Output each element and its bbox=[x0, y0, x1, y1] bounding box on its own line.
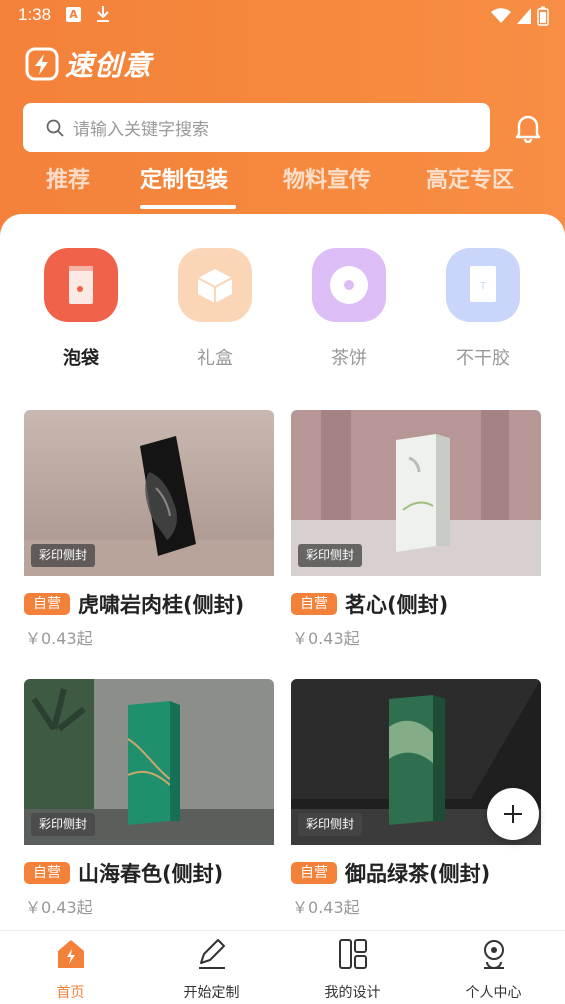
product-price: ￥0.43起 bbox=[25, 629, 93, 648]
product-badge: 彩印侧封 bbox=[298, 544, 363, 567]
app-logo: 速创意 bbox=[25, 44, 152, 84]
nav-home[interactable]: 首页 bbox=[0, 931, 141, 1004]
self-operated-tag: 自营 bbox=[291, 862, 337, 884]
notification-a-icon: A bbox=[66, 7, 81, 22]
nav-label: 个人中心 bbox=[465, 985, 522, 1001]
logo-text: 速创意 bbox=[65, 49, 153, 82]
category-sticker[interactable]: T 不干胶 bbox=[428, 248, 538, 370]
status-bar: 1:38 A bbox=[0, 0, 565, 32]
product-card[interactable]: 彩印侧封 自营 茗心(侧封) ￥0.43起 bbox=[291, 410, 541, 650]
self-operated-tag: 自营 bbox=[24, 593, 70, 615]
category-label: 泡袋 bbox=[63, 348, 99, 369]
status-time: 1:38 bbox=[18, 5, 52, 24]
nav-my-designs[interactable]: 我的设计 bbox=[282, 931, 423, 1004]
nav-start-custom[interactable]: 开始定制 bbox=[141, 931, 282, 1004]
search-icon bbox=[46, 119, 64, 137]
category-bag[interactable]: 泡袋 bbox=[26, 248, 136, 370]
sticker-icon: T bbox=[446, 248, 520, 322]
category-tabs: 推荐 定制包装 物料宣传 高定专区 bbox=[0, 162, 565, 212]
product-card[interactable]: 彩印侧封 自营 虎啸岩肉桂(侧封) ￥0.43起 bbox=[24, 410, 274, 650]
nav-label: 我的设计 bbox=[324, 985, 381, 1001]
category-giftbox[interactable]: 礼盒 bbox=[160, 248, 270, 370]
tab-custom-packaging[interactable]: 定制包装 bbox=[140, 162, 228, 194]
product-title: 茗心(侧封) bbox=[345, 593, 449, 617]
search-input[interactable]: 请输入关键字搜索 bbox=[23, 103, 490, 152]
category-label: 不干胶 bbox=[456, 348, 510, 369]
category-label: 茶饼 bbox=[331, 348, 367, 369]
bell-icon[interactable] bbox=[514, 113, 542, 143]
product-title: 山海春色(侧封) bbox=[78, 862, 224, 886]
active-tab-indicator bbox=[140, 205, 236, 209]
nav-label: 首页 bbox=[56, 985, 85, 1001]
nav-label: 开始定制 bbox=[183, 985, 240, 1001]
battery-icon bbox=[537, 6, 549, 26]
signal-icon bbox=[517, 8, 531, 24]
product-badge: 彩印侧封 bbox=[298, 813, 363, 836]
layout-icon bbox=[339, 939, 367, 969]
product-price: ￥0.43起 bbox=[25, 898, 93, 917]
bag-icon bbox=[44, 248, 118, 322]
pencil-icon bbox=[199, 939, 225, 969]
bottom-navigation: 首页 开始定制 我的设计 个人中心 bbox=[0, 930, 565, 1004]
product-title: 御品绿茶(侧封) bbox=[345, 862, 491, 886]
tab-recommend[interactable]: 推荐 bbox=[46, 162, 90, 194]
home-icon bbox=[58, 940, 84, 968]
product-card[interactable]: 彩印侧封 自营 山海春色(侧封) ￥0.43起 bbox=[24, 679, 274, 919]
category-tea-cake[interactable]: 茶饼 bbox=[294, 248, 404, 370]
self-operated-tag: 自营 bbox=[24, 862, 70, 884]
main-content: 泡袋 礼盒 茶饼 T 不干胶 彩印侧封 自营 虎啸岩肉桂(侧封) ￥0.43起 … bbox=[0, 214, 565, 934]
self-operated-tag: 自营 bbox=[291, 593, 337, 615]
product-badge: 彩印侧封 bbox=[31, 544, 96, 567]
add-button[interactable] bbox=[487, 788, 539, 840]
tab-premium-zone[interactable]: 高定专区 bbox=[426, 162, 514, 194]
tab-promo-materials[interactable]: 物料宣传 bbox=[283, 162, 371, 194]
user-icon bbox=[484, 940, 504, 970]
product-badge: 彩印侧封 bbox=[31, 813, 96, 836]
svg-text:T: T bbox=[480, 281, 486, 292]
category-label: 礼盒 bbox=[197, 348, 233, 369]
download-icon bbox=[97, 6, 109, 22]
wifi-icon bbox=[491, 8, 511, 23]
disc-icon bbox=[312, 248, 386, 322]
product-price: ￥0.43起 bbox=[292, 898, 360, 917]
nav-profile[interactable]: 个人中心 bbox=[423, 931, 564, 1004]
product-title: 虎啸岩肉桂(侧封) bbox=[78, 593, 245, 617]
lightning-logo-icon bbox=[25, 47, 59, 81]
search-placeholder: 请输入关键字搜索 bbox=[73, 120, 209, 140]
box-icon bbox=[178, 248, 252, 322]
product-price: ￥0.43起 bbox=[292, 629, 360, 648]
